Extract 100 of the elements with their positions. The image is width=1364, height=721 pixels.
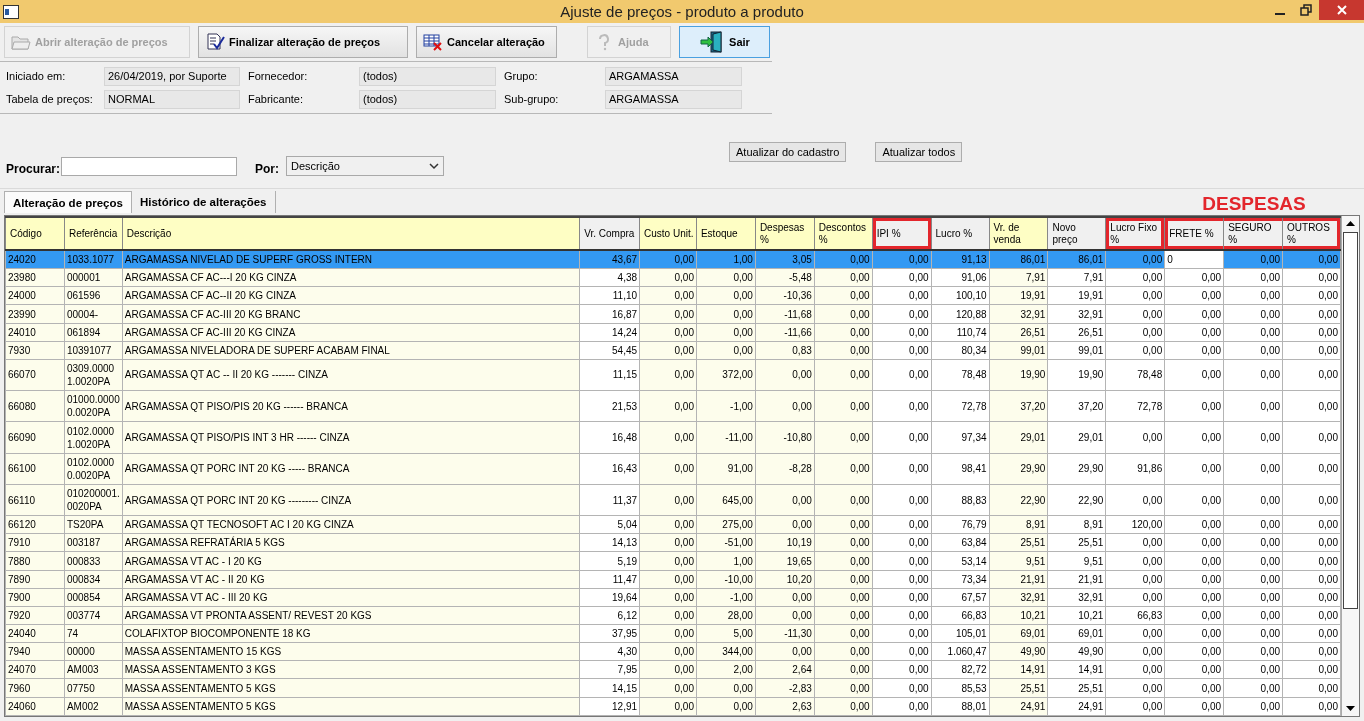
- column-header[interactable]: Custo Unit.: [639, 217, 697, 250]
- table-cell: 0,00: [1282, 390, 1341, 422]
- table-cell: 0,00: [872, 484, 932, 516]
- update-button[interactable]: Atualizar do cadastro: [729, 142, 847, 162]
- table-cell: 0,00: [1282, 359, 1341, 391]
- document-check-icon: [205, 33, 225, 51]
- table-cell: -8,28: [755, 453, 815, 485]
- column-header[interactable]: Estoque: [696, 217, 756, 250]
- table-cell: 0,00: [639, 453, 697, 485]
- table-cell: 19,90: [989, 359, 1048, 391]
- vertical-scrollbar[interactable]: [1341, 216, 1359, 716]
- table-cell: 0,00: [1282, 453, 1341, 485]
- column-header[interactable]: OUTROS %: [1282, 217, 1341, 250]
- readonly-field: (todos): [359, 90, 496, 109]
- table-cell: 88,83: [931, 484, 989, 516]
- table-cell: 0,00: [1223, 359, 1283, 391]
- tab[interactable]: Histórico de alterações: [131, 191, 276, 213]
- field-label: Grupo:: [504, 69, 539, 84]
- table-cell: 78,48: [931, 359, 989, 391]
- table-cell: 29,01: [989, 421, 1048, 454]
- table-cell: 0,00: [1223, 421, 1283, 454]
- table-cell: 0,00: [1282, 484, 1341, 516]
- field-label: Iniciado em:: [6, 69, 67, 84]
- search-field[interactable]: [61, 157, 238, 176]
- table-cell: 0,00: [1223, 484, 1283, 516]
- table-cell: 91,86: [1105, 453, 1165, 485]
- table-cell: 0,00: [872, 390, 932, 422]
- table-cell: 0,00: [814, 359, 873, 391]
- table-cell: -11,00: [696, 421, 756, 454]
- column-header[interactable]: Código: [5, 217, 65, 250]
- table-cell: 01000.00000.0020PA: [64, 390, 123, 422]
- column-header[interactable]: Despesas %: [755, 217, 815, 250]
- toolbar-button[interactable]: Finalizar alteração de preços: [198, 26, 408, 58]
- table-cell: 21,53: [579, 390, 640, 422]
- app-window-icon: [3, 4, 19, 19]
- table-cell: 0,00: [872, 421, 932, 454]
- table-cell: 645,00: [696, 484, 756, 516]
- column-header[interactable]: FRETE %: [1164, 217, 1224, 250]
- field-label: Fabricante:: [248, 92, 305, 107]
- table-cell: ARGAMASSA QT PISO/PIS 20 KG ------ BRANCA: [122, 390, 580, 422]
- search-by-dropdown[interactable]: Descrição: [286, 156, 445, 176]
- column-header[interactable]: Descontos %: [814, 217, 873, 250]
- table-cell: 72,78: [1105, 390, 1165, 422]
- caret-icon: [429, 162, 440, 170]
- table-cell: 0,00: [1223, 453, 1283, 485]
- column-header[interactable]: Novo preço: [1047, 217, 1106, 250]
- table-cell: 0,00: [814, 453, 873, 485]
- column-header[interactable]: Lucro Fixo %: [1105, 217, 1165, 250]
- table-cell: 37,20: [989, 390, 1048, 422]
- table-cell: 0,00: [755, 484, 815, 516]
- scrollbar-thumb[interactable]: [1343, 232, 1358, 609]
- search-by-label: Por:: [255, 162, 280, 176]
- toolbar-button[interactable]: Sair: [679, 26, 770, 58]
- column-header[interactable]: SEGURO %: [1223, 217, 1283, 250]
- field-label: Fornecedor:: [248, 69, 309, 84]
- table-cell: -1,00: [696, 390, 756, 422]
- table-cell: 0,00: [814, 484, 873, 516]
- table-cell: 66070: [5, 359, 65, 391]
- toolbar-button[interactable]: Cancelar alteração: [416, 26, 557, 58]
- update-button[interactable]: Atualizar todos: [875, 142, 963, 162]
- table-cell: 16,48: [579, 421, 640, 454]
- table-cell: 22,90: [1047, 484, 1106, 516]
- table-cell: 0,00: [1164, 453, 1224, 485]
- table-cell: 66110: [5, 484, 65, 516]
- table-cell: -10,80: [755, 421, 815, 454]
- column-header[interactable]: Lucro %: [931, 217, 989, 250]
- table-cell: ARGAMASSA QT AC -- II 20 KG ------- CINZA: [122, 359, 580, 391]
- table-cell: 0,00: [814, 390, 873, 422]
- table-cell: 0,00: [639, 359, 697, 391]
- minimize-icon: [1275, 13, 1285, 15]
- table-cell: 0102.00001.0020PA: [64, 421, 123, 454]
- table-cell: 0,00: [1105, 484, 1165, 516]
- table-cell: 97,34: [931, 421, 989, 454]
- table-cell: 91,00: [696, 453, 756, 485]
- table-cell: 0309.00001.0020PA: [64, 359, 123, 391]
- readonly-field: 26/04/2019, por Suporte: [104, 67, 240, 86]
- table-cell: 11,37: [579, 484, 640, 516]
- table-cell: 0,00: [1164, 484, 1224, 516]
- table-cell: 0,00: [639, 484, 697, 516]
- close-button[interactable]: [1319, 0, 1364, 20]
- table-cell: 0,00: [1282, 421, 1341, 454]
- table-cell: 29,01: [1047, 421, 1106, 454]
- annotation-label: DESPESAS: [1201, 193, 1307, 215]
- tab[interactable]: Alteração de preços: [4, 191, 132, 213]
- table-cell: 0,00: [1223, 390, 1283, 422]
- column-header[interactable]: Vr. Compra: [579, 217, 640, 250]
- table-cell: 010200001.0020PA: [64, 484, 123, 516]
- table-cell: 372,00: [696, 359, 756, 391]
- column-header[interactable]: IPI %: [872, 217, 932, 250]
- column-header[interactable]: Referência: [64, 217, 123, 250]
- column-header[interactable]: Descrição: [122, 217, 580, 250]
- grid-cross-icon: [423, 33, 443, 51]
- field-label: Sub-grupo:: [504, 92, 560, 107]
- table-cell: ARGAMASSA QT PISO/PIS INT 3 HR ------ CINZA: [122, 421, 580, 454]
- table-cell: 0,00: [814, 421, 873, 454]
- table-cell: 0,00: [1164, 359, 1224, 391]
- table-cell: 0,00: [1164, 390, 1224, 422]
- table-cell: 0102.00000.0020PA: [64, 453, 123, 485]
- table-cell: 16,43: [579, 453, 640, 485]
- column-header[interactable]: Vr. de venda: [989, 217, 1048, 250]
